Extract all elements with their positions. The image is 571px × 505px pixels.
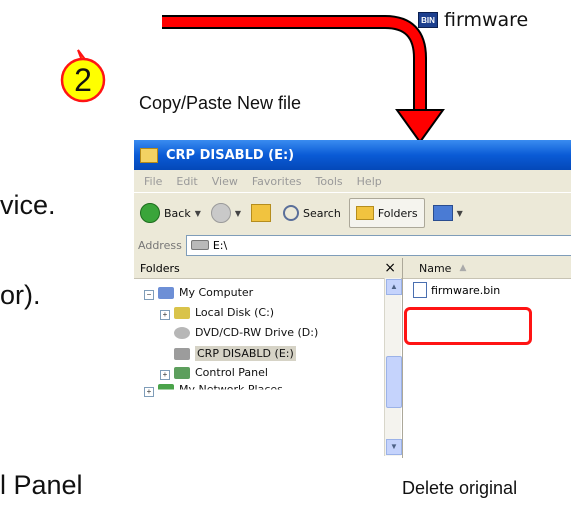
tree-item-label: My Computer <box>179 286 254 299</box>
file-item-firmware-bin[interactable]: firmware.bin <box>413 282 500 298</box>
back-label: Back <box>164 206 191 220</box>
file-highlight-box <box>404 307 532 345</box>
removable-drive-icon <box>174 347 190 360</box>
tree-expander-my-computer[interactable]: − <box>144 290 154 300</box>
tree-item-label: My Network Places <box>179 383 283 396</box>
forward-dropdown-icon[interactable]: ▼ <box>235 209 241 218</box>
callout-2-number: 2 <box>74 62 92 98</box>
hard-disk-icon <box>174 306 190 319</box>
menu-help[interactable]: Help <box>357 175 382 188</box>
file-pane: Name ▲ firmware.bin <box>403 258 571 458</box>
folders-icon <box>355 206 374 220</box>
views-icon <box>432 205 453 221</box>
address-value: E:\ <box>212 238 228 252</box>
tree-item-control-panel[interactable]: Control Panel <box>174 366 268 379</box>
menu-favorites[interactable]: Favorites <box>252 175 302 188</box>
search-icon <box>283 205 300 221</box>
folders-label: Folders <box>377 206 418 220</box>
folders-pane-header: Folders × <box>134 258 402 279</box>
toolbar: Back ▼ ▼ Search Folders ▼ <box>134 192 571 234</box>
tree-item-my-network-places[interactable]: My Network Places <box>158 383 283 396</box>
up-folder-icon <box>251 204 272 222</box>
search-button[interactable]: Search <box>283 199 341 227</box>
address-label: Address <box>138 238 182 252</box>
sort-asc-icon: ▲ <box>459 263 467 273</box>
dvd-drive-icon <box>174 326 190 339</box>
file-item-label: firmware.bin <box>431 283 501 297</box>
up-folder-button[interactable] <box>251 199 272 227</box>
tree-expander-local-disk[interactable]: + <box>160 310 170 320</box>
menu-bar: File Edit View Favorites Tools Help <box>134 170 571 192</box>
callout-2: 2 <box>58 44 108 103</box>
menu-view[interactable]: View <box>212 175 238 188</box>
bin-file-icon <box>413 282 427 298</box>
tree-expander-network[interactable]: + <box>144 387 154 397</box>
tree-item-local-disk[interactable]: Local Disk (C:) <box>174 306 274 319</box>
drive-folder-icon <box>140 147 158 163</box>
menu-tools[interactable]: Tools <box>316 175 343 188</box>
forward-arrow-icon <box>210 203 231 223</box>
tree-item-my-computer[interactable]: My Computer <box>158 286 253 299</box>
tree-item-label: Local Disk (C:) <box>195 306 275 319</box>
scroll-up-icon[interactable]: ▲ <box>386 279 402 295</box>
menu-edit[interactable]: Edit <box>176 175 197 188</box>
views-dropdown-icon[interactable]: ▼ <box>457 209 463 218</box>
back-arrow-icon <box>140 203 160 223</box>
copy-paste-label: Copy/Paste New file <box>139 93 302 113</box>
tree-expander-control-panel[interactable]: + <box>160 370 170 380</box>
drive-icon <box>190 240 209 250</box>
address-input[interactable]: E:\ <box>185 234 571 256</box>
left-text-line-2: or). <box>0 280 41 310</box>
address-bar: Address E:\ <box>134 233 571 257</box>
file-pane-header: Name ▲ <box>403 258 571 279</box>
tree-item-label: Control Panel <box>195 366 268 379</box>
search-label: Search <box>303 206 341 220</box>
left-text-line-3: l Panel <box>0 470 83 500</box>
scroll-down-icon[interactable]: ▼ <box>386 439 402 455</box>
explorer-window: CRP DISABLD (E:) File Edit View Favorite… <box>134 140 571 458</box>
delete-original-label: Delete original <box>402 478 518 498</box>
forward-button[interactable]: ▼ <box>210 199 241 227</box>
views-button[interactable]: ▼ <box>432 199 463 227</box>
back-button[interactable]: Back ▼ <box>140 199 201 227</box>
folders-scrollbar[interactable]: ▲ ▼ <box>384 278 402 456</box>
folders-pane-title: Folders <box>140 261 180 275</box>
tree-item-dvd-drive[interactable]: DVD/CD-RW Drive (D:) <box>174 326 318 339</box>
folders-pane: Folders × − My Computer + Local Disk (C:… <box>134 258 403 458</box>
folders-button[interactable]: Folders <box>348 198 425 228</box>
tree-item-crp-disabld[interactable]: CRP DISABLD (E:) <box>174 346 296 361</box>
menu-file[interactable]: File <box>144 175 162 188</box>
column-name-header[interactable]: Name <box>419 262 451 275</box>
back-dropdown-icon[interactable]: ▼ <box>195 209 201 218</box>
window-title-bar[interactable]: CRP DISABLD (E:) <box>134 140 571 170</box>
tree-item-label: DVD/CD-RW Drive (D:) <box>195 326 319 339</box>
network-icon <box>158 383 174 390</box>
close-folders-icon[interactable]: × <box>384 260 396 276</box>
control-panel-icon <box>174 366 190 379</box>
tree-item-label: CRP DISABLD (E:) <box>195 346 296 361</box>
scroll-thumb[interactable] <box>386 356 402 408</box>
computer-icon <box>158 286 174 299</box>
left-text-line-1: vice. <box>0 190 56 220</box>
window-title: CRP DISABLD (E:) <box>166 147 295 163</box>
